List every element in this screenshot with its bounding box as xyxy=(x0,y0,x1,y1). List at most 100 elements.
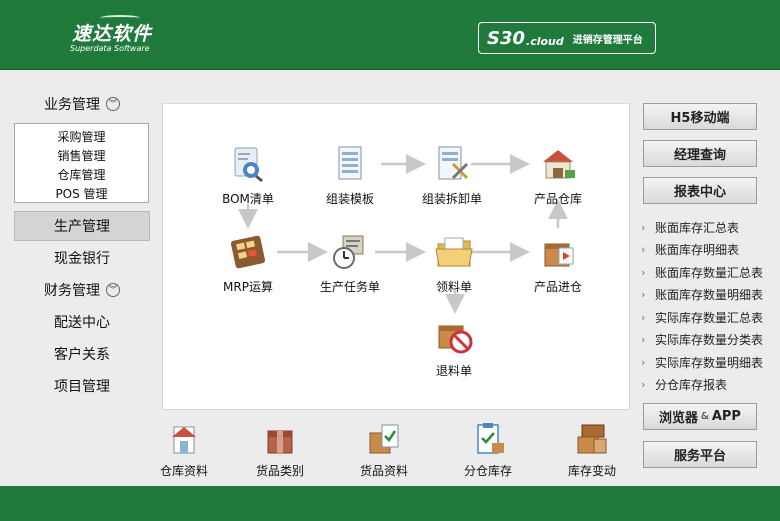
logo-en: Superdata Software xyxy=(70,44,150,53)
nav-cash-label: 现金银行 xyxy=(54,251,110,267)
flow-mrp[interactable]: MRP运算 xyxy=(208,232,288,295)
nav-production[interactable]: 生产管理 xyxy=(14,211,150,241)
flow-picking-label: 领料单 xyxy=(435,280,472,294)
product-suffix: .cloud xyxy=(526,34,564,48)
report-item-label: 账面库存数量明细表 xyxy=(655,288,764,303)
nav-business[interactable]: 业务管理 ︾ xyxy=(14,89,150,119)
strip-goods-category[interactable]: 货品类别 xyxy=(240,421,320,479)
report-item[interactable]: › 实际库存数量明细表 xyxy=(641,351,776,374)
strip-branch-stock[interactable]: 分仓库存 xyxy=(448,421,528,479)
report-item[interactable]: › 实际库存数量汇总表 xyxy=(641,306,776,329)
report-item-label: 实际库存数量汇总表 xyxy=(655,310,764,325)
flow-inbound-label: 产品进仓 xyxy=(533,280,582,294)
report-item-label: 分仓库存报表 xyxy=(655,378,728,393)
flow-bom[interactable]: BOM清单 xyxy=(208,144,288,207)
production-flow-panel: BOM清单 组装模板 组装拆卸单 产品仓库 MRP运算 生产任务单 领料单 产品… xyxy=(162,103,630,410)
business-submenu: 采购管理 销售管理 仓库管理 POS 管理 xyxy=(14,123,149,203)
submenu-sales[interactable]: 销售管理 xyxy=(15,147,148,166)
flow-bom-label: BOM清单 xyxy=(222,192,274,206)
flow-task-label: 生产任务单 xyxy=(319,280,380,294)
manager-query-button[interactable]: 经理查询 xyxy=(643,140,757,167)
report-item-label: 账面库存数量汇总表 xyxy=(655,265,764,280)
chevron-right-icon: › xyxy=(641,265,646,279)
h5-mobile-button[interactable]: H5移动端 xyxy=(643,103,757,130)
strip-stock-change[interactable]: 库存变动 xyxy=(552,421,620,479)
flow-picking[interactable]: 领料单 xyxy=(414,232,494,295)
warehouse-info-icon xyxy=(172,426,196,454)
chevron-right-icon: › xyxy=(641,310,646,324)
strip-warehouse-info[interactable]: 仓库资料 xyxy=(158,421,224,479)
report-item[interactable]: › 实际库存数量分类表 xyxy=(641,329,776,352)
report-list: › 账面库存汇总表 › 账面库存明细表 › 账面库存数量汇总表 › 账面库存数量明细表 … xyxy=(641,216,776,396)
app-header: 速达软件 Superdata Software S30 .cloud 进销存管理… xyxy=(0,0,780,70)
warehouse-icon xyxy=(543,150,575,179)
flow-inbound[interactable]: 产品进仓 xyxy=(518,232,598,295)
browser-amp: & xyxy=(701,411,709,422)
chevron-right-icon: › xyxy=(641,288,646,302)
flow-warehouse-label: 产品仓库 xyxy=(533,192,582,206)
chevron-right-icon: › xyxy=(641,355,646,369)
flow-warehouse[interactable]: 产品仓库 xyxy=(518,144,598,207)
inbound-box-icon xyxy=(544,243,574,267)
nav-customer[interactable]: 客户关系 xyxy=(14,339,150,369)
product-badge: S30 .cloud 进销存管理平台 xyxy=(478,22,656,54)
product-code: S30 xyxy=(487,27,526,49)
bom-icon xyxy=(234,147,263,183)
nav-delivery-label: 配送中心 xyxy=(54,315,110,331)
chevron-right-icon: › xyxy=(641,378,646,392)
flow-return-label: 退料单 xyxy=(435,364,472,378)
chevron-right-icon: › xyxy=(641,243,646,257)
flow-task[interactable]: 生产任务单 xyxy=(310,232,390,295)
calculator-icon xyxy=(230,235,266,269)
report-item[interactable]: › 账面库存明细表 xyxy=(641,239,776,262)
submenu-warehouse[interactable]: 仓库管理 xyxy=(15,166,148,185)
task-clock-icon xyxy=(333,235,364,269)
goods-info-icon xyxy=(369,424,399,454)
report-item-label: 实际库存数量明细表 xyxy=(655,355,764,370)
flow-assembly-label: 组装拆卸单 xyxy=(421,192,482,206)
nav-finance-label: 财务管理 xyxy=(44,283,100,299)
report-item-label: 实际库存数量分类表 xyxy=(655,333,764,348)
flow-return[interactable]: 退料单 xyxy=(414,316,494,379)
flow-mrp-label: MRP运算 xyxy=(223,280,273,294)
assembly-icon xyxy=(438,146,469,180)
browser-label: 浏览器 xyxy=(659,411,699,426)
browser-app-button[interactable]: 浏览器 & APP xyxy=(643,403,757,430)
report-item-label: 账面库存明细表 xyxy=(655,243,740,258)
submenu-purchase[interactable]: 采购管理 xyxy=(15,128,148,147)
flow-template-label: 组装模板 xyxy=(325,192,374,206)
flow-assembly[interactable]: 组装拆卸单 xyxy=(412,144,492,207)
product-desc: 进销存管理平台 xyxy=(572,34,643,46)
goods-category-icon xyxy=(267,430,293,454)
submenu-pos[interactable]: POS 管理 xyxy=(15,185,148,204)
nav-cash[interactable]: 现金银行 xyxy=(14,243,150,273)
strip-stock-change-label: 库存变动 xyxy=(567,464,616,478)
logo-cn: 速达软件 xyxy=(72,23,153,45)
chevron-down-icon[interactable]: ︾ xyxy=(106,97,120,111)
quick-access-strip: 仓库资料 货品类别 货品资料 分仓库存 库存变动 xyxy=(158,415,620,479)
strip-goods-category-label: 货品类别 xyxy=(255,464,304,478)
report-item[interactable]: › 账面库存汇总表 xyxy=(641,216,776,239)
report-center-button[interactable]: 报表中心 xyxy=(643,177,757,204)
strip-branch-stock-label: 分仓库存 xyxy=(463,464,512,478)
chevron-down-icon[interactable]: ︾ xyxy=(106,283,120,297)
strip-goods-info[interactable]: 货品资料 xyxy=(344,421,424,479)
report-item[interactable]: › 账面库存数量明细表 xyxy=(641,284,776,307)
app-label: APP xyxy=(711,409,741,424)
chevron-right-icon: › xyxy=(641,220,646,234)
nav-finance[interactable]: 财务管理 ︾ xyxy=(14,275,150,305)
chevron-right-icon: › xyxy=(641,333,646,347)
folder-icon xyxy=(435,237,473,267)
flow-template[interactable]: 组装模板 xyxy=(310,144,390,207)
nav-business-label: 业务管理 xyxy=(44,97,100,113)
stock-change-icon xyxy=(577,424,607,454)
service-platform-button[interactable]: 服务平台 xyxy=(643,441,757,468)
report-item[interactable]: › 分仓库存报表 xyxy=(641,374,776,397)
nav-project-label: 项目管理 xyxy=(54,379,110,395)
nav-delivery[interactable]: 配送中心 xyxy=(14,307,150,337)
report-item[interactable]: › 账面库存数量汇总表 xyxy=(641,261,776,284)
template-icon xyxy=(338,146,362,180)
nav-production-label: 生产管理 xyxy=(54,219,110,235)
nav-project[interactable]: 项目管理 xyxy=(14,371,150,401)
report-item-label: 账面库存汇总表 xyxy=(655,220,740,235)
